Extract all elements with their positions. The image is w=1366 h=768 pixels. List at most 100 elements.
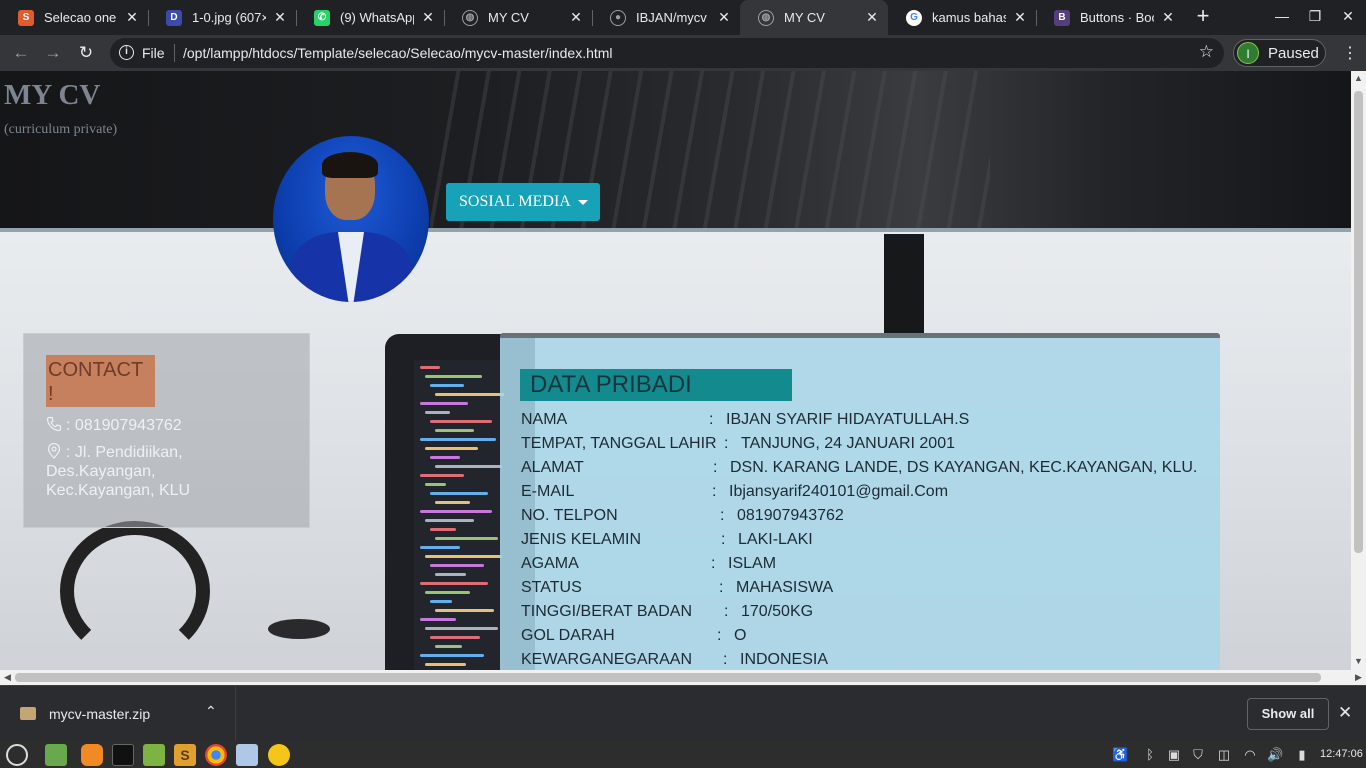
battery-icon[interactable]: ▮ — [1294, 747, 1310, 763]
vertical-scrollbar[interactable]: ▲ ▼ — [1351, 71, 1366, 670]
new-tab-icon[interactable]: + — [1192, 5, 1214, 28]
data-row: KEWARGANEGARAAN: INDONESIA — [521, 651, 1201, 669]
scroll-up-arrow-icon[interactable]: ▲ — [1351, 73, 1366, 83]
data-row-colon: : — [721, 531, 726, 548]
volume-icon[interactable]: 🔊 — [1267, 747, 1283, 763]
data-row-label: E-MAIL — [521, 483, 575, 500]
data-row-label: TEMPAT, TANGGAL LAHIR — [521, 435, 717, 452]
data-row-colon: : — [717, 627, 722, 644]
bluetooth-icon[interactable]: ᛒ — [1142, 747, 1158, 763]
horizontal-scrollbar[interactable]: ◀ ▶ — [0, 670, 1366, 685]
bookmark-star-icon[interactable]: ☆ — [1199, 42, 1214, 62]
close-tab-icon[interactable]: ✕ — [1160, 9, 1176, 26]
close-tab-icon[interactable]: ✕ — [568, 9, 584, 26]
tab-title: kamus bahasa — [932, 10, 1006, 25]
d-icon: D — [166, 9, 182, 26]
address-bar[interactable]: i File /opt/lampp/htdocs/Template/seleca… — [110, 38, 1224, 68]
download-item[interactable]: mycv-master.zip ⌃ — [0, 686, 236, 742]
browser-tab[interactable]: S Selecao one p ✕ — [0, 0, 148, 35]
code-line-decoration — [430, 384, 464, 387]
terminal-icon[interactable] — [112, 744, 134, 766]
code-line-decoration — [435, 429, 474, 432]
tab-title: 1-0.jpg (607×4 — [192, 10, 266, 25]
code-line-decoration — [425, 519, 474, 522]
browser-menu-icon[interactable]: ⋮ — [1342, 43, 1358, 63]
browser-tab[interactable]: Gkamus bahasa ✕ — [888, 0, 1036, 35]
accessibility-icon[interactable]: ♿ — [1112, 747, 1128, 763]
browser-tab[interactable]: ◍ MY CV ✕ — [740, 0, 888, 35]
data-row-label: NAMA — [521, 411, 568, 428]
scroll-down-arrow-icon[interactable]: ▼ — [1351, 656, 1366, 666]
horizontal-scroll-thumb[interactable] — [15, 673, 1321, 682]
reload-icon[interactable]: ↻ — [74, 41, 98, 65]
code-line-decoration — [425, 411, 450, 414]
back-arrow-icon[interactable]: ← — [9, 41, 33, 65]
wifi-icon[interactable]: ◠ — [1242, 747, 1258, 763]
data-row-value: DSN. KARANG LANDE, DS KAYANGAN, KEC.KAYA… — [730, 459, 1198, 476]
code-line-decoration — [420, 510, 492, 513]
scroll-left-arrow-icon[interactable]: ◀ — [0, 672, 15, 683]
profile-button[interactable]: I Paused — [1233, 39, 1326, 67]
emoji-app-icon[interactable] — [268, 744, 290, 766]
show-all-button[interactable]: Show all — [1247, 698, 1329, 730]
code-line-decoration — [435, 393, 504, 396]
tab-separator — [148, 10, 149, 26]
close-tab-icon[interactable]: ✕ — [716, 9, 732, 26]
minimize-icon[interactable]: — — [1272, 8, 1292, 24]
code-line-decoration — [425, 447, 478, 450]
url-text[interactable]: /opt/lampp/htdocs/Template/selecao/Selec… — [183, 45, 613, 61]
shield-icon[interactable]: ⛉ — [1190, 747, 1206, 763]
code-line-decoration — [425, 375, 482, 378]
data-row: TEMPAT, TANGGAL LAHIR: TANJUNG, 24 JANUAR… — [521, 435, 1201, 453]
code-line-decoration — [430, 528, 456, 531]
browser-tab[interactable]: D 1-0.jpg (607×4 ✕ — [148, 0, 296, 35]
code-line-decoration — [425, 555, 502, 558]
browser-tab[interactable]: B Buttons · Boot ✕ — [1036, 0, 1184, 35]
browser-tab[interactable]: ● IBJAN/mycv ✕ — [592, 0, 740, 35]
chrome-icon[interactable] — [205, 744, 227, 766]
code-line-decoration — [420, 474, 464, 477]
mint-menu-icon[interactable] — [6, 744, 28, 766]
data-row-value: O — [734, 627, 747, 644]
data-row-value: INDONESIA — [740, 651, 829, 668]
scroll-right-arrow-icon[interactable]: ▶ — [1351, 672, 1366, 683]
close-tab-icon[interactable]: ✕ — [864, 9, 880, 26]
vertical-scroll-thumb[interactable] — [1354, 91, 1363, 553]
data-row-label: JENIS KELAMIN — [521, 531, 642, 548]
data-row: NO. TELPON:081907943762 — [521, 507, 1201, 525]
firefox-icon[interactable] — [81, 744, 103, 766]
close-tab-icon[interactable]: ✕ — [420, 9, 436, 26]
chevron-up-icon[interactable]: ⌃ — [205, 703, 217, 720]
maximize-icon[interactable]: ❐ — [1305, 8, 1325, 25]
virtualbox-icon[interactable] — [236, 744, 258, 766]
clock[interactable]: 12:47:06 — [1320, 748, 1363, 760]
data-row-colon: : — [713, 459, 718, 476]
social-media-dropdown-button[interactable]: SOSIAL MEDIA — [446, 183, 600, 221]
files-icon[interactable] — [143, 744, 165, 766]
close-tab-icon[interactable]: ✕ — [1012, 9, 1028, 26]
info-icon[interactable]: i — [119, 45, 134, 60]
tab-title: (9) WhatsApp — [340, 10, 414, 25]
data-row-value: IBJAN SYARIF HIDAYATULLAH.S — [726, 411, 970, 428]
sublime-icon[interactable]: S — [174, 744, 196, 766]
code-line-decoration — [430, 420, 492, 423]
data-row-colon: : — [711, 555, 716, 572]
code-line-decoration — [425, 627, 498, 630]
close-tab-icon[interactable]: ✕ — [272, 9, 288, 26]
clipboard-icon[interactable]: ▣ — [1166, 747, 1182, 763]
code-line-decoration — [420, 654, 484, 657]
data-row-label: TINGGI/BERAT BADAN — [521, 603, 692, 620]
code-line-decoration — [430, 564, 484, 567]
globe-icon: ◍ — [462, 9, 478, 26]
github-icon: ● — [610, 9, 626, 26]
code-line-decoration — [430, 636, 480, 639]
screenshot-icon[interactable]: ◫ — [1216, 747, 1232, 763]
close-download-shelf-icon[interactable]: ✕ — [1338, 703, 1352, 723]
tab-separator — [592, 10, 593, 26]
close-window-icon[interactable]: ✕ — [1338, 8, 1358, 25]
forward-arrow-icon[interactable]: → — [41, 41, 65, 65]
close-tab-icon[interactable]: ✕ — [124, 9, 140, 26]
show-desktop-icon[interactable] — [45, 744, 67, 766]
browser-tab[interactable]: ✆ (9) WhatsApp ✕ — [296, 0, 444, 35]
browser-tab[interactable]: ◍ MY CV ✕ — [444, 0, 592, 35]
